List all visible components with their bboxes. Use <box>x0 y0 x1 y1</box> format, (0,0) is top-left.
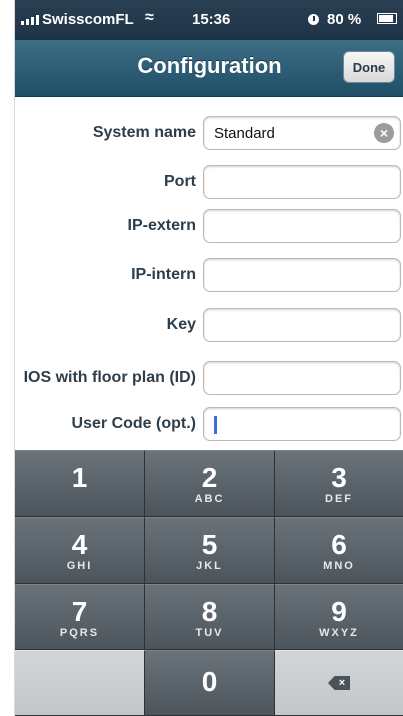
status-bar: SwisscomFL ≈ 15:36 80 % <box>15 0 403 40</box>
form-row-user-code: User Code (opt.) <box>15 407 403 443</box>
carrier-name: SwisscomFL <box>42 11 134 28</box>
clear-text-icon[interactable]: × <box>374 123 394 143</box>
key-number: 5 <box>201 529 218 560</box>
key-number: 4 <box>71 529 88 560</box>
signal-bars-icon <box>21 15 39 25</box>
user-code-input[interactable] <box>203 407 401 441</box>
key-2[interactable]: 2 ABC <box>145 450 275 517</box>
phone-screen: SwisscomFL ≈ 15:36 80 % Configuration Do… <box>14 0 403 716</box>
form-row-system-name: System name Standard × <box>15 116 403 152</box>
key-4[interactable]: 4 GHI <box>15 517 145 584</box>
key-8[interactable]: 8 TUV <box>145 584 275 650</box>
key-letters: TUV <box>195 627 224 639</box>
key-letters: MNO <box>323 560 355 572</box>
field-label: IP-intern <box>131 266 196 283</box>
numeric-keypad: 1 2 ABC 3 DEF 4 GHI 5 JKL 6 MNO 7 PQRS 8 <box>15 450 403 716</box>
key-letters: DEF <box>325 493 353 505</box>
key-letters: ABC <box>194 493 225 505</box>
text-cursor <box>214 416 217 434</box>
port-input[interactable] <box>203 165 401 199</box>
form-row-floor-plan-id: IOS with floor plan (ID) <box>15 361 403 397</box>
form-row-ip-intern: IP-intern <box>15 258 403 294</box>
key-letters: GHI <box>66 560 93 572</box>
key-blank <box>15 650 145 716</box>
key-number: 7 <box>71 596 88 627</box>
key-9[interactable]: 9 WXYZ <box>275 584 403 650</box>
field-label: Key <box>166 316 196 333</box>
key-5[interactable]: 5 JKL <box>145 517 275 584</box>
system-name-input[interactable]: Standard × <box>203 116 401 150</box>
key-letters: WXYZ <box>319 627 359 639</box>
key-number: 2 <box>201 462 218 493</box>
wifi-icon: ≈ <box>145 9 154 26</box>
form-row-port: Port <box>15 165 403 201</box>
backspace-key[interactable]: × <box>275 650 403 716</box>
form-row-key: Key <box>15 308 403 344</box>
field-label: Port <box>164 173 196 190</box>
key-number: 6 <box>331 529 347 560</box>
key-3[interactable]: 3 DEF <box>275 450 403 517</box>
key-1[interactable]: 1 <box>15 450 145 517</box>
key-7[interactable]: 7 PQRS <box>15 584 145 650</box>
key-number: 8 <box>201 596 218 627</box>
done-button[interactable]: Done <box>343 51 395 83</box>
form-row-ip-extern: IP-extern <box>15 209 403 245</box>
ip-intern-input[interactable] <box>203 258 401 292</box>
floor-plan-id-input[interactable] <box>203 361 401 395</box>
key-0[interactable]: 0 <box>145 650 275 716</box>
key-letters: PQRS <box>59 627 100 639</box>
configuration-form: System name Standard × Port IP-extern IP… <box>15 97 403 450</box>
battery-percent: 80 % <box>327 11 362 28</box>
field-label: IP-extern <box>127 217 196 234</box>
clock-icon <box>308 14 319 25</box>
backspace-icon: × <box>328 676 350 690</box>
key-input[interactable] <box>203 308 401 342</box>
key-number: 9 <box>331 596 347 627</box>
key-letters: JKL <box>196 560 223 572</box>
key-number: 0 <box>201 666 218 697</box>
field-label: IOS with floor plan (ID) <box>23 369 196 386</box>
field-label: User Code (opt.) <box>71 415 196 432</box>
key-number: 3 <box>331 462 347 493</box>
ip-extern-input[interactable] <box>203 209 401 243</box>
field-label: System name <box>92 124 196 141</box>
key-6[interactable]: 6 MNO <box>275 517 403 584</box>
field-value: Standard <box>214 125 275 142</box>
navigation-bar: Configuration Done <box>15 40 403 97</box>
status-time: 15:36 <box>192 11 231 28</box>
battery-icon <box>377 13 397 24</box>
key-number: 1 <box>71 462 88 493</box>
